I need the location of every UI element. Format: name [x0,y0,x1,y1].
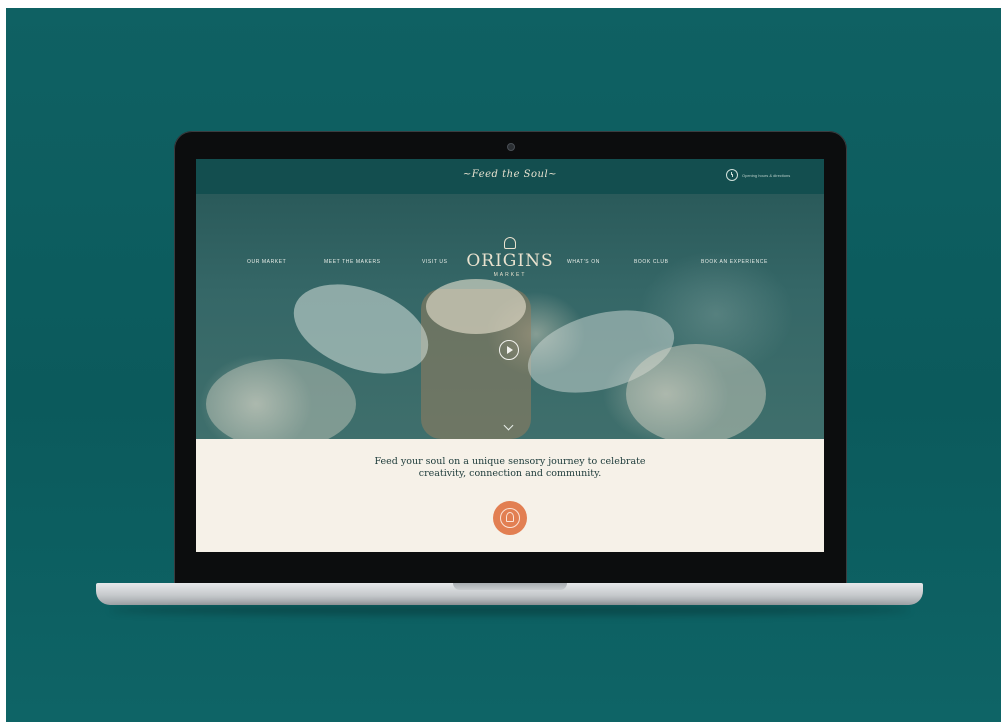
intro-text: Feed your soul on a unique sensory journ… [374,456,646,479]
webcam [507,143,515,151]
nav-item-visit-us[interactable]: VISIT US [422,259,448,265]
laptop-base-notch [453,583,567,590]
opening-hours-text: Opening hours & directions [742,172,791,178]
nav-item-our-market[interactable]: OUR MARKET [247,259,286,265]
hero-video-section: OUR MARKET MEET THE MAKERS VISIT US WHAT… [196,194,824,449]
nav-item-book-club[interactable]: BOOK CLUB [634,259,669,265]
play-icon[interactable] [499,340,519,360]
hero-image-jar-right [626,344,766,444]
top-bar: ~Feed the Soul~ Opening hours & directio… [196,159,824,194]
nav-item-book-an-experience[interactable]: BOOK AN EXPERIENCE [701,259,768,265]
nav-item-whats-on[interactable]: WHAT'S ON [567,259,600,265]
nav-item-meet-the-makers[interactable]: MEET THE MAKERS [324,259,381,265]
logo-name: ORIGINS [466,251,554,271]
laptop-shadow [110,605,910,615]
hero-image-jar-lid [426,279,526,334]
origins-badge-icon [493,501,527,535]
logo-mark-icon [504,237,516,249]
origins-logo[interactable]: ORIGINS MARKET [460,237,560,287]
opening-hours-link[interactable]: Opening hours & directions [726,169,808,181]
intro-section: Feed your soul on a unique sensory journ… [196,439,824,552]
laptop-screen: ~Feed the Soul~ Opening hours & directio… [196,159,824,552]
clock-icon [726,169,738,181]
logo-subtitle: MARKET [493,272,527,278]
hero-image-jar-left [206,359,356,449]
